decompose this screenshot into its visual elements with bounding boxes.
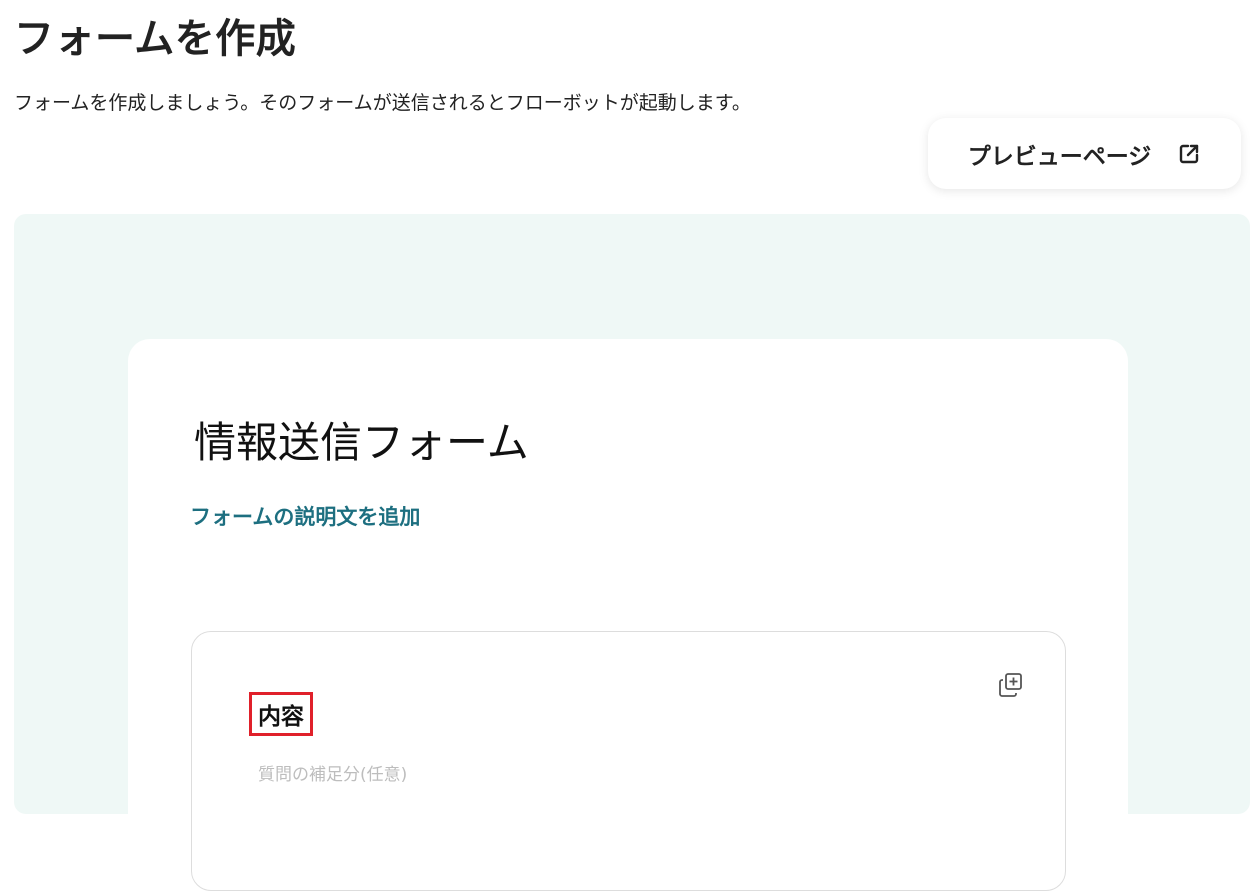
preview-button-label: プレビューページ <box>967 143 1152 170</box>
form-canvas: 情報送信フォーム フォームの説明文を追加 内容 質問の補足分(任意) <box>14 214 1250 891</box>
question-card[interactable]: 内容 質問の補足分(任意) <box>191 631 1066 891</box>
question-hint-placeholder[interactable]: 質問の補足分(任意) <box>258 760 407 785</box>
preview-page-button[interactable]: プレビューページ <box>928 118 1241 189</box>
add-form-description-link[interactable]: フォームの説明文を追加 <box>190 501 420 531</box>
page-description: フォームを作成しましょう。そのフォームが送信されるとフローボットが起動します。 <box>14 92 751 114</box>
duplicate-icon[interactable] <box>998 672 1024 698</box>
question-label[interactable]: 内容 <box>249 692 313 736</box>
page-title: フォームを作成 <box>14 16 297 62</box>
form-title[interactable]: 情報送信フォーム <box>194 409 529 470</box>
form-card: 情報送信フォーム フォームの説明文を追加 内容 質問の補足分(任意) <box>128 339 1128 891</box>
external-link-icon <box>1177 142 1201 166</box>
